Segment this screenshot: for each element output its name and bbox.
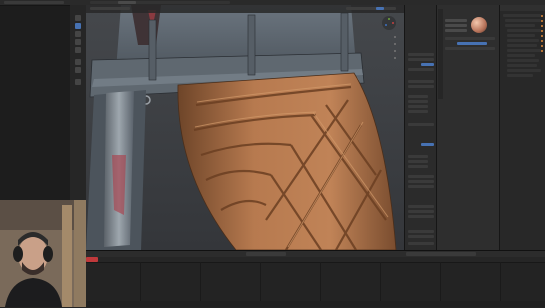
- panel-row[interactable]: [408, 175, 434, 178]
- transform-icon[interactable]: [75, 47, 81, 53]
- panel-row[interactable]: [408, 110, 428, 113]
- material-field[interactable]: [445, 24, 467, 27]
- playhead[interactable]: [86, 257, 98, 262]
- add-cube-icon[interactable]: [75, 79, 81, 85]
- scale-icon[interactable]: [75, 39, 81, 45]
- outliner: [499, 5, 545, 250]
- view-menu[interactable]: [90, 7, 130, 10]
- visibility-icon[interactable]: [541, 15, 543, 17]
- belt-strap: [148, 19, 157, 81]
- outliner-item[interactable]: [507, 64, 537, 67]
- camera-icon[interactable]: [394, 50, 396, 52]
- outliner-item[interactable]: [507, 49, 541, 52]
- shading-active[interactable]: [376, 7, 384, 10]
- viewport-nav-icons[interactable]: [392, 34, 398, 60]
- panel-button-active[interactable]: [421, 143, 434, 146]
- outliner-item[interactable]: [505, 24, 535, 27]
- outliner-item[interactable]: [507, 44, 537, 47]
- move-icon[interactable]: [75, 23, 81, 29]
- panel-row[interactable]: [408, 80, 434, 83]
- panel-row[interactable]: [408, 58, 434, 61]
- grid-icon[interactable]: [394, 57, 396, 59]
- gizmo-y[interactable]: [388, 18, 390, 20]
- panel-row[interactable]: [408, 105, 428, 108]
- visibility-icon[interactable]: [541, 25, 543, 27]
- outliner-item[interactable]: [507, 54, 535, 57]
- annotate-icon[interactable]: [75, 59, 81, 65]
- zoom-icon[interactable]: [394, 36, 396, 38]
- outliner-item[interactable]: [503, 14, 541, 17]
- measure-icon[interactable]: [75, 67, 81, 73]
- visibility-icon[interactable]: [541, 40, 543, 42]
- panel-row[interactable]: [408, 123, 434, 126]
- belt-strap: [247, 14, 256, 76]
- rotate-icon[interactable]: [75, 31, 81, 37]
- panel-row[interactable]: [408, 215, 434, 218]
- material-sphere-icon: [471, 17, 487, 33]
- panel-row[interactable]: [408, 230, 434, 233]
- workspace-tabs[interactable]: [90, 1, 230, 4]
- material-row[interactable]: [445, 37, 495, 40]
- panel-row[interactable]: [408, 210, 434, 213]
- outliner-item[interactable]: [507, 69, 541, 72]
- workspace-tab-active[interactable]: [118, 1, 136, 4]
- panel-row[interactable]: [408, 100, 428, 103]
- gizmo-z[interactable]: [385, 24, 387, 26]
- panel-row[interactable]: [408, 53, 434, 56]
- playback-controls[interactable]: [246, 252, 286, 256]
- belt-strap: [340, 12, 349, 72]
- panel-row[interactable]: [408, 165, 428, 168]
- panel-row[interactable]: [408, 205, 434, 208]
- navigation-gizmo[interactable]: [382, 16, 396, 30]
- sidebar-n-panel: [404, 5, 437, 250]
- menu-strip[interactable]: [4, 1, 64, 4]
- panel-row[interactable]: [408, 180, 434, 183]
- panel-row[interactable]: [408, 155, 428, 158]
- visibility-icon[interactable]: [541, 45, 543, 47]
- material-row[interactable]: [445, 47, 495, 50]
- webcam-overlay: [0, 200, 86, 307]
- outliner-header[interactable]: [500, 5, 545, 11]
- status-bar: [86, 301, 545, 307]
- panel-row[interactable]: [408, 85, 434, 88]
- viewport-render: [86, 5, 404, 250]
- outliner-item[interactable]: [507, 29, 541, 32]
- headphones-icon: [13, 246, 23, 262]
- frame-range[interactable]: [406, 252, 476, 256]
- panel-row[interactable]: [408, 235, 434, 238]
- panel-field-active[interactable]: [421, 63, 434, 66]
- outliner-item[interactable]: [507, 39, 539, 42]
- material-field[interactable]: [445, 29, 467, 32]
- panel-row[interactable]: [408, 95, 428, 98]
- properties-tab-strip[interactable]: [438, 9, 443, 99]
- material-slot-active[interactable]: [457, 42, 487, 45]
- panel-row[interactable]: [408, 68, 434, 71]
- visibility-icon[interactable]: [541, 50, 543, 52]
- outliner-item[interactable]: [507, 59, 539, 62]
- 3d-viewport[interactable]: [86, 5, 404, 250]
- panel-row[interactable]: [408, 242, 434, 245]
- outliner-item[interactable]: [507, 34, 535, 37]
- outliner-item[interactable]: [507, 74, 533, 77]
- gizmo-x[interactable]: [392, 22, 394, 24]
- outliner-item[interactable]: [505, 19, 541, 22]
- visibility-icon[interactable]: [541, 20, 543, 22]
- visibility-icon[interactable]: [541, 30, 543, 32]
- red-fold: [112, 155, 126, 215]
- visibility-icon[interactable]: [541, 35, 543, 37]
- viewport-header: [86, 5, 404, 13]
- timeline-ruler[interactable]: [86, 257, 545, 263]
- panel-row[interactable]: [408, 160, 428, 163]
- material-properties-panel: [436, 5, 500, 250]
- hand-icon[interactable]: [394, 43, 396, 45]
- panel-row[interactable]: [408, 185, 434, 188]
- shading-buttons[interactable]: [346, 7, 396, 10]
- material-field[interactable]: [445, 19, 467, 22]
- webcam-feed: [0, 200, 86, 307]
- cursor-icon[interactable]: [75, 15, 81, 21]
